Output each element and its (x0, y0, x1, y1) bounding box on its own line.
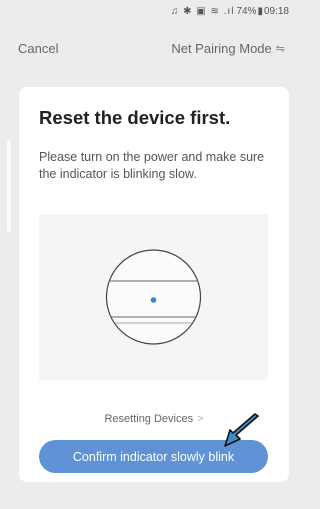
status-bar: ♫ ✱ ▣ ≋ .ıl 74% ▮ 09:18 (0, 0, 295, 22)
indicator-light (150, 297, 157, 303)
battery-icon: ▮ (257, 5, 263, 17)
battery-level: 74% (236, 5, 257, 17)
background-page-edge (7, 140, 11, 232)
pairing-mode-label: Net Pairing Mode (171, 40, 272, 56)
status-icons: ♫ ✱ ▣ ≋ .ıl (170, 5, 235, 17)
clock: 09:18 (263, 5, 289, 17)
screen: ♫ ✱ ▣ ≋ .ıl 74% ▮ 09:18 Cancel Net Pairi… (0, 0, 295, 509)
device-outline (105, 249, 202, 345)
swap-icon: ⇋ (275, 42, 285, 55)
top-nav: Cancel Net Pairing Mode ⇋ (0, 36, 295, 60)
device-illustration (39, 214, 268, 380)
device-illustration-svg (105, 249, 202, 345)
resetting-devices-label: Resetting Devices (104, 413, 194, 425)
cancel-button[interactable]: Cancel (18, 41, 58, 56)
card-description: Please turn on the power and make sure t… (39, 150, 265, 181)
pairing-mode-switch[interactable]: Net Pairing Mode ⇋ (171, 41, 285, 56)
chevron-right-icon: > (197, 413, 204, 425)
card-title: Reset the device first. (39, 107, 231, 128)
pointer-arrow-icon (224, 413, 259, 447)
